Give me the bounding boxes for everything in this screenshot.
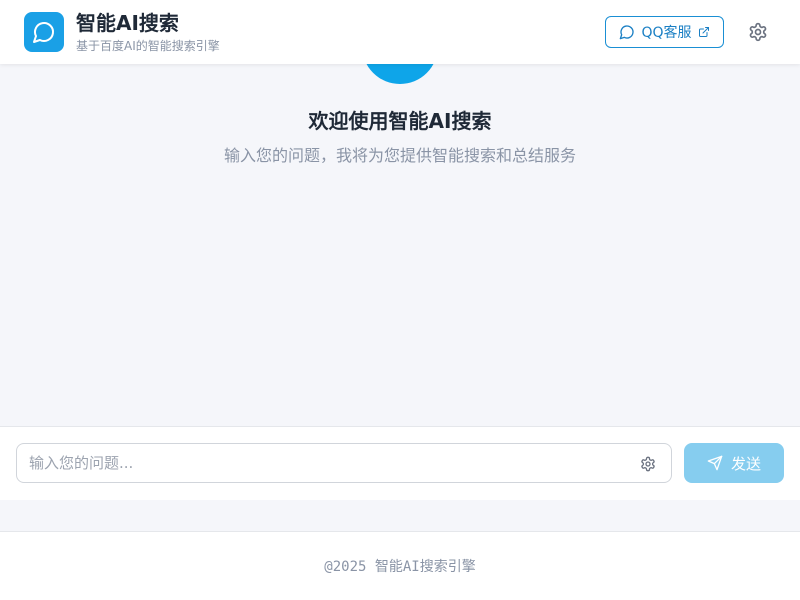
app-subtitle: 基于百度AI的智能搜索引擎 — [76, 39, 220, 53]
app-logo — [24, 12, 64, 52]
send-icon — [707, 455, 723, 471]
external-link-icon — [698, 27, 709, 37]
input-settings-button[interactable] — [639, 455, 657, 473]
qq-support-label: QQ客服 — [641, 25, 692, 41]
search-input[interactable] — [16, 443, 672, 483]
chat-bubble-icon — [33, 22, 54, 43]
app-title: 智能AI搜索 — [76, 11, 179, 35]
footer-copyright: @2025 智能AI搜索引擎 — [324, 559, 476, 575]
send-label: 发送 — [730, 454, 761, 473]
qq-support-button[interactable]: QQ客服 — [605, 16, 724, 48]
input-bar: 发送 — [0, 426, 800, 500]
send-button[interactable]: 发送 — [684, 443, 784, 483]
gear-icon — [641, 456, 655, 472]
welcome-subtitle: 输入您的问题，我将为您提供智能搜索和总结服务 — [223, 146, 576, 165]
gear-icon — [749, 22, 767, 42]
app-header: 智能AI搜索 基于百度AI的智能搜索引擎 QQ客服 — [0, 0, 800, 64]
settings-button[interactable] — [746, 20, 770, 44]
chat-bubble-icon — [620, 25, 635, 40]
welcome-title: 欢迎使用智能AI搜索 — [308, 109, 492, 133]
page-footer: @2025 智能AI搜索引擎 — [0, 531, 800, 600]
